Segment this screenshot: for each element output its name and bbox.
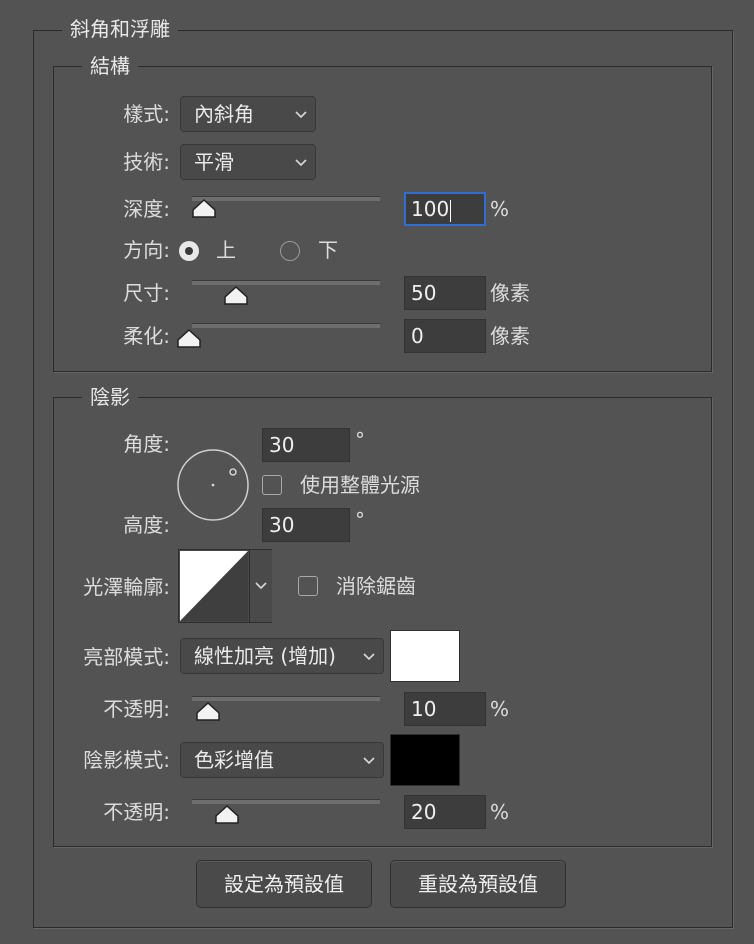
shading-title: 陰影: [82, 385, 138, 409]
altitude-input[interactable]: 30: [262, 508, 350, 542]
soften-label: 柔化:: [123, 324, 170, 348]
depth-unit: %: [490, 197, 510, 221]
chevron-down-icon: [363, 743, 375, 765]
size-slider-track[interactable]: [192, 280, 380, 285]
soften-input[interactable]: 0: [404, 319, 486, 353]
soften-slider-track[interactable]: [192, 323, 380, 328]
style-select[interactable]: 內斜角: [180, 96, 316, 132]
soften-unit: 像素: [490, 324, 530, 348]
global-light-label[interactable]: 使用整體光源: [300, 473, 420, 497]
soften-slider-thumb[interactable]: [176, 328, 202, 348]
angle-unit: °: [355, 428, 365, 452]
size-slider-thumb[interactable]: [223, 285, 249, 305]
anti-aliased-checkbox[interactable]: [298, 576, 318, 596]
shading-group: [53, 397, 712, 847]
contour-dropdown-button[interactable]: [249, 550, 272, 622]
gloss-contour-picker[interactable]: [178, 549, 272, 623]
chevron-down-icon: [255, 582, 267, 590]
depth-value: 100: [411, 197, 450, 221]
highlight-mode-value: 線性加亮 (增加): [194, 644, 336, 668]
size-label: 尺寸:: [123, 281, 170, 305]
global-light-checkbox[interactable]: [262, 475, 282, 495]
direction-down-radio[interactable]: [280, 241, 300, 261]
shadow-opacity-label: 不透明:: [103, 800, 170, 824]
reset-default-button[interactable]: 重設為預設值: [390, 860, 566, 908]
anti-aliased-label[interactable]: 消除鋸齒: [336, 574, 416, 598]
direction-up-label[interactable]: 上: [216, 238, 236, 262]
structure-title: 結構: [82, 54, 138, 78]
shadow-mode-value: 色彩增值: [194, 748, 274, 772]
shadow-opacity-input[interactable]: 20: [404, 795, 486, 829]
chevron-down-icon: [295, 97, 307, 119]
angle-dial[interactable]: [176, 448, 250, 522]
size-unit: 像素: [490, 281, 530, 305]
style-label: 樣式:: [123, 102, 170, 126]
make-default-button[interactable]: 設定為預設值: [196, 860, 372, 908]
chevron-down-icon: [363, 639, 375, 661]
highlight-mode-label: 亮部模式:: [83, 645, 170, 669]
altitude-label: 高度:: [123, 513, 170, 537]
depth-slider-thumb[interactable]: [191, 198, 217, 218]
technique-label: 技術:: [123, 150, 170, 174]
shadow-mode-select[interactable]: 色彩增值: [180, 742, 384, 778]
depth-label: 深度:: [123, 197, 170, 221]
size-input[interactable]: 50: [404, 276, 486, 310]
bevel-emboss-title: 斜角和浮雕: [62, 17, 178, 41]
direction-down-label[interactable]: 下: [318, 238, 338, 262]
technique-select[interactable]: 平滑: [180, 144, 316, 180]
shadow-color-swatch[interactable]: [390, 734, 460, 786]
angle-label: 角度:: [123, 432, 170, 456]
highlight-opacity-label: 不透明:: [103, 697, 170, 721]
chevron-down-icon: [295, 145, 307, 167]
text-caret: [450, 199, 452, 222]
direction-up-radio[interactable]: [179, 241, 199, 261]
technique-value: 平滑: [194, 150, 234, 174]
depth-slider-track[interactable]: [192, 196, 380, 201]
highlight-opacity-unit: %: [490, 697, 510, 721]
direction-label: 方向:: [123, 238, 170, 262]
contour-preview-icon: [180, 551, 248, 621]
angle-input[interactable]: 30: [262, 428, 350, 462]
shadow-opacity-slider-thumb[interactable]: [214, 804, 240, 824]
depth-input[interactable]: 100: [404, 192, 486, 226]
radio-dot-icon: [185, 247, 193, 255]
highlight-color-swatch[interactable]: [390, 630, 460, 682]
highlight-mode-select[interactable]: 線性加亮 (增加): [180, 638, 384, 674]
altitude-unit: °: [355, 508, 365, 532]
shadow-opacity-unit: %: [490, 800, 510, 824]
highlight-opacity-input[interactable]: 10: [404, 692, 486, 726]
shadow-mode-label: 陰影模式:: [83, 748, 170, 772]
gloss-contour-label: 光澤輪廓:: [83, 575, 170, 599]
highlight-opacity-slider-thumb[interactable]: [195, 701, 221, 721]
style-value: 內斜角: [194, 102, 254, 126]
